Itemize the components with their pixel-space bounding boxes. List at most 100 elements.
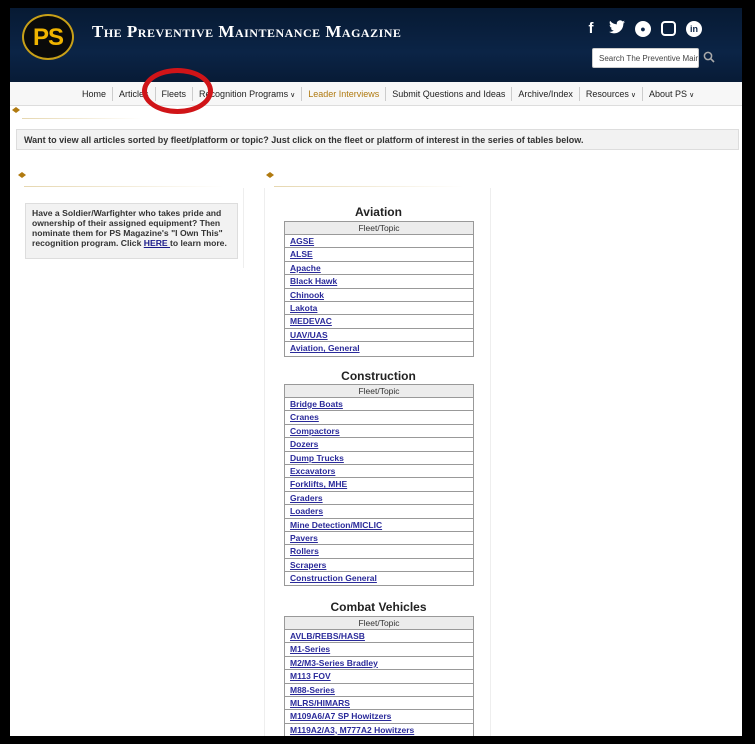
ornament-icon	[18, 172, 26, 178]
fleet-link[interactable]: M1-Series	[290, 644, 330, 654]
twitter-icon[interactable]	[609, 20, 625, 38]
facebook-icon[interactable]: f	[583, 20, 599, 38]
table-row: Chinook	[285, 289, 473, 302]
section-title-construction: Construction	[341, 369, 416, 383]
fleet-link[interactable]: Lakota	[290, 303, 317, 313]
fleet-link[interactable]: M119A2/A3, M777A2 Howitzers	[290, 725, 414, 735]
table-row: ALSE	[285, 248, 473, 262]
fleet-link[interactable]: Chinook	[290, 290, 324, 300]
nav-item-label: Archive/Index	[518, 89, 573, 99]
fleet-link[interactable]: Pavers	[290, 533, 318, 543]
nav-item-home[interactable]: Home	[76, 87, 112, 101]
divider	[22, 118, 142, 119]
table-row: Construction General	[285, 572, 473, 585]
nav-item-resources[interactable]: Resources ∨	[578, 87, 642, 101]
nav-item-label: Submit Questions and Ideas	[392, 89, 506, 99]
fleet-link[interactable]: Construction General	[290, 573, 377, 583]
nav-item-submit-questions-and-ideas[interactable]: Submit Questions and Ideas	[385, 87, 511, 101]
fleet-link[interactable]: MLRS/HIMARS	[290, 698, 350, 708]
fleet-table-construction: Fleet/Topic Bridge Boats Cranes Compactors D…	[284, 384, 474, 587]
section-title-aviation: Aviation	[355, 205, 402, 219]
fleet-link[interactable]: UAV/UAS	[290, 330, 328, 340]
nav-item-label: About PS	[649, 89, 688, 99]
table-row: Forklifts, MHE	[285, 478, 473, 492]
table-row: M2/M3-Series Bradley	[285, 657, 473, 671]
fleet-tables-column: Aviation Fleet/Topic AGSE ALSE Apache Black H…	[264, 188, 491, 736]
table-row: MLRS/HIMARS	[285, 697, 473, 711]
fleet-link[interactable]: Dump Trucks	[290, 453, 344, 463]
left-sidebar: Have a Soldier/Warfighter who takes prid…	[16, 188, 244, 268]
fleet-link[interactable]: Loaders	[290, 506, 323, 516]
fleet-link[interactable]: ALSE	[290, 249, 313, 259]
fleets-highlight-annotation	[142, 68, 213, 114]
ornament-icon	[266, 172, 274, 178]
fleet-link[interactable]: M109A6/A7 SP Howitzers	[290, 711, 391, 721]
fleet-link[interactable]: M88-Series	[290, 685, 335, 695]
main-nav: Home Articles Fleets Recognition Programs ∨ L…	[10, 82, 742, 106]
section-title-combat-vehicles: Combat Vehicles	[330, 600, 427, 614]
table-header: Fleet/Topic	[285, 385, 473, 398]
fleet-table-aviation: Fleet/Topic AGSE ALSE Apache Black Hawk Chino…	[284, 221, 474, 357]
table-row: Bridge Boats	[285, 398, 473, 412]
intro-text: Want to view all articles sorted by flee…	[16, 129, 739, 150]
fleet-link[interactable]: M2/M3-Series Bradley	[290, 658, 378, 668]
fleet-link[interactable]: Compactors	[290, 426, 340, 436]
dvidshub-icon[interactable]: ●	[635, 21, 651, 37]
nav-item-leader-interviews[interactable]: Leader Interviews	[301, 87, 385, 101]
fleet-link[interactable]: M113 FOV	[290, 671, 331, 681]
table-row: AGSE	[285, 235, 473, 249]
nav-item-about-ps[interactable]: About PS ∨	[642, 87, 700, 101]
table-row: AVLB/REBS/HASB	[285, 630, 473, 644]
table-row: Apache	[285, 262, 473, 276]
table-row: M1-Series	[285, 643, 473, 657]
table-row: Cranes	[285, 411, 473, 425]
instagram-icon[interactable]	[661, 21, 676, 36]
fleet-link[interactable]: AVLB/REBS/HASB	[290, 631, 365, 641]
table-row: Compactors	[285, 425, 473, 439]
search-input[interactable]: Search The Preventive Maintenance Magazi…	[592, 48, 699, 68]
nominate-text-after: to learn more.	[170, 238, 227, 248]
fleet-link[interactable]: Graders	[290, 493, 323, 503]
table-header: Fleet/Topic	[285, 222, 473, 235]
chevron-down-icon: ∨	[689, 92, 695, 99]
fleet-link[interactable]: AGSE	[290, 236, 314, 246]
table-row: M119A2/A3, M777A2 Howitzers	[285, 724, 473, 736]
fleet-link[interactable]: MEDEVAC	[290, 316, 332, 326]
table-row: Loaders	[285, 505, 473, 519]
fleet-link[interactable]: Apache	[290, 263, 321, 273]
fleet-link[interactable]: Forklifts, MHE	[290, 479, 347, 489]
chevron-down-icon: ∨	[630, 92, 637, 99]
table-row: Dozers	[285, 438, 473, 452]
fleet-link[interactable]: Scrapers	[290, 560, 326, 570]
search-icon[interactable]	[703, 51, 715, 63]
nav-item-archive-index[interactable]: Archive/Index	[511, 87, 579, 101]
nav-item-label: Resources	[585, 89, 629, 99]
table-row: Scrapers	[285, 559, 473, 573]
table-row: Pavers	[285, 532, 473, 546]
linkedin-icon[interactable]: in	[686, 21, 702, 37]
fleet-link[interactable]: Aviation, General	[290, 343, 360, 353]
nominate-here-link[interactable]: HERE	[144, 238, 170, 248]
table-header: Fleet/Topic	[285, 617, 473, 630]
fleet-link[interactable]: Black Hawk	[290, 276, 337, 286]
nav-item-label: Home	[82, 89, 107, 99]
table-row: Mine Detection/MICLIC	[285, 519, 473, 532]
social-links: f ● in	[583, 20, 702, 38]
fleet-link[interactable]: Excavators	[290, 466, 335, 476]
site-title: The Preventive Maintenance Magazine	[92, 22, 402, 41]
table-row: Aviation, General	[285, 342, 473, 355]
fleet-link[interactable]: Dozers	[290, 439, 318, 449]
ps-logo[interactable]: PS	[22, 14, 74, 60]
fleet-link[interactable]: Bridge Boats	[290, 399, 343, 409]
fleet-link[interactable]: Cranes	[290, 412, 319, 422]
table-row: Black Hawk	[285, 275, 473, 289]
ornament-icon	[12, 107, 20, 113]
nav-item-label: Leader Interviews	[308, 89, 380, 99]
fleet-link[interactable]: Mine Detection/MICLIC	[290, 520, 382, 530]
table-row: Dump Trucks	[285, 452, 473, 465]
table-row: MEDEVAC	[285, 315, 473, 329]
logo-text: PS	[32, 24, 64, 51]
table-row: Rollers	[285, 545, 473, 559]
table-row: M88-Series	[285, 684, 473, 697]
fleet-link[interactable]: Rollers	[290, 546, 319, 556]
